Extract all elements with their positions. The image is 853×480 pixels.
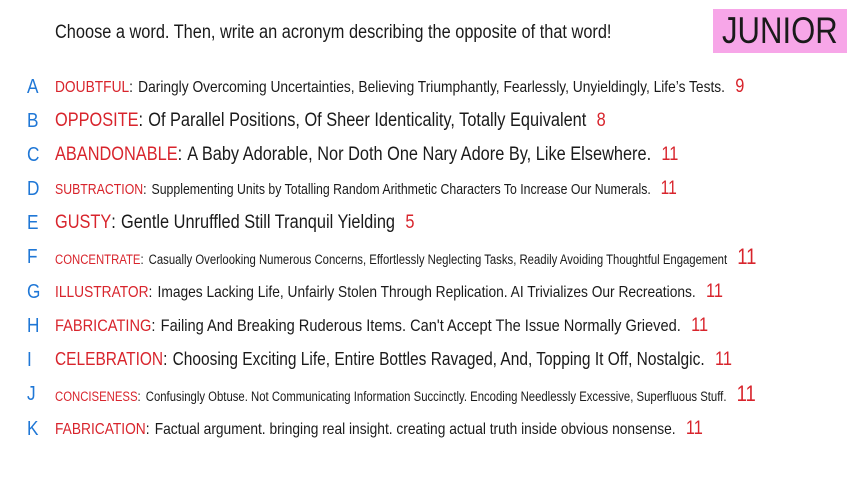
item-word: CONCENTRATE bbox=[55, 252, 141, 267]
item-acronym: Of Parallel Positions, Of Sheer Identica… bbox=[148, 110, 587, 131]
item-acronym: Casually Overlooking Numerous Concerns, … bbox=[148, 252, 728, 267]
item-acronym: Confusingly Obtuse. Not Communicating In… bbox=[145, 389, 727, 404]
item-count: 11 bbox=[661, 144, 679, 165]
instruction-text: Choose a word. Then, write an acronym de… bbox=[55, 22, 612, 43]
item-count: 11 bbox=[714, 349, 732, 370]
item-word: GUSTY bbox=[55, 212, 112, 233]
list-item: C ABANDONABLE: A Baby Adorable, Nor Doth… bbox=[27, 143, 679, 166]
item-word: SUBTRACTION bbox=[55, 181, 144, 198]
list-item: D SUBTRACTION: Supplementing Units by To… bbox=[27, 177, 677, 200]
item-count: 8 bbox=[596, 110, 606, 131]
item-word: FABRICATION bbox=[55, 421, 146, 438]
item-letter: I bbox=[27, 348, 32, 371]
item-count: 11 bbox=[736, 381, 756, 406]
item-count: 5 bbox=[405, 212, 415, 233]
item-word: OPPOSITE bbox=[55, 110, 139, 131]
item-count: 11 bbox=[691, 315, 709, 336]
item-letter: D bbox=[27, 177, 40, 200]
item-word: ILLUSTRATOR bbox=[55, 284, 149, 301]
item-letter: A bbox=[27, 75, 39, 98]
item-count: 11 bbox=[685, 418, 703, 439]
item-letter: K bbox=[27, 417, 39, 440]
item-count: 11 bbox=[737, 244, 757, 269]
item-word: CELEBRATION bbox=[55, 349, 164, 369]
level-badge: JUNIOR bbox=[713, 9, 847, 53]
list-item: I CELEBRATION: Choosing Exciting Life, E… bbox=[27, 348, 732, 371]
item-letter: H bbox=[27, 314, 40, 337]
item-acronym: Daringly Overcoming Uncertainties, Belie… bbox=[138, 79, 725, 96]
item-letter: F bbox=[27, 245, 38, 268]
item-acronym: Gentle Unruffled Still Tranquil Yielding bbox=[120, 212, 396, 233]
list-item: A DOUBTFUL: Daringly Overcoming Uncertai… bbox=[27, 75, 745, 98]
list-item: B OPPOSITE: Of Parallel Positions, Of Sh… bbox=[27, 109, 606, 132]
list-item: J CONCISENESS: Confusingly Obtuse. Not C… bbox=[27, 381, 756, 406]
item-word: FABRICATING bbox=[55, 316, 152, 335]
item-acronym: A Baby Adorable, Nor Doth One Nary Adore… bbox=[187, 144, 652, 165]
item-count: 11 bbox=[660, 178, 677, 199]
item-count: 9 bbox=[735, 76, 745, 97]
item-letter: B bbox=[27, 109, 39, 132]
item-acronym: Supplementing Units by Totalling Random … bbox=[151, 181, 651, 198]
list-item: H FABRICATING: Failing And Breaking Rude… bbox=[27, 314, 709, 337]
item-count: 11 bbox=[706, 281, 723, 302]
item-word: CONCISENESS bbox=[55, 389, 138, 404]
list-item: G ILLUSTRATOR: Images Lacking Life, Unfa… bbox=[27, 280, 723, 303]
item-acronym: Choosing Exciting Life, Entire Bottles R… bbox=[172, 349, 705, 369]
item-acronym: Factual argument. bringing real insight.… bbox=[154, 421, 676, 438]
item-letter: J bbox=[27, 382, 36, 405]
item-word: ABANDONABLE bbox=[55, 144, 178, 165]
item-acronym: Failing And Breaking Ruderous Items. Can… bbox=[160, 316, 681, 335]
list-item: K FABRICATION: Factual argument. bringin… bbox=[27, 417, 703, 440]
item-letter: G bbox=[27, 280, 41, 303]
level-badge-label: JUNIOR bbox=[722, 10, 838, 51]
item-word: DOUBTFUL bbox=[55, 79, 130, 96]
list-item: F CONCENTRATE: Casually Overlooking Nume… bbox=[27, 244, 757, 269]
item-letter: C bbox=[27, 143, 40, 166]
item-letter: E bbox=[27, 211, 39, 234]
list-item: E GUSTY: Gentle Unruffled Still Tranquil… bbox=[27, 211, 415, 234]
item-acronym: Images Lacking Life, Unfairly Stolen Thr… bbox=[157, 284, 696, 301]
